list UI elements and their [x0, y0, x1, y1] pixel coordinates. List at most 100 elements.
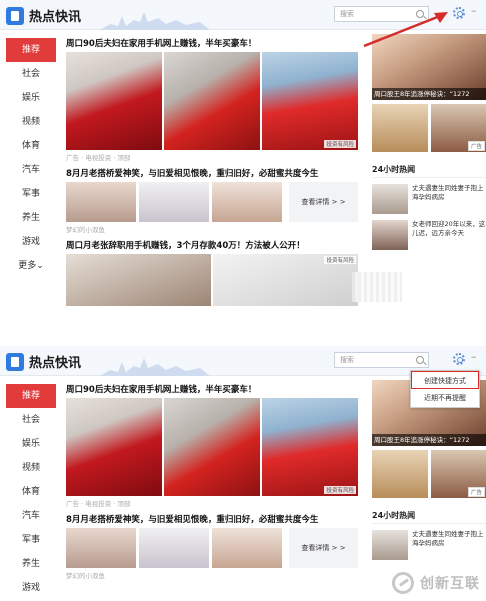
- right-column: 周口股王8年追涨停秘诀：“1272 广告 24小时热闻 丈夫遇妻生同姓妻子抱上海…: [372, 34, 486, 250]
- car-photo-3: 投资有风险: [262, 52, 358, 150]
- sidebar-nav: 推荐 社会 娱乐 视频 体育 汽车 军事 养生 游戏 更多⌄: [6, 38, 56, 278]
- ad-disclaimer: 投资有风险: [324, 486, 356, 494]
- red-pointer-arrow-icon: [363, 12, 448, 48]
- gear-icon[interactable]: [453, 353, 465, 365]
- app-logo: 热点快讯: [6, 352, 81, 371]
- video-caption: 周口股王8年追涨停秘诀：“1272: [372, 434, 486, 446]
- sidebar-item-military[interactable]: 军事: [6, 528, 56, 552]
- ad-thumbnails[interactable]: 广告: [372, 450, 486, 498]
- portrait-photo-3: [212, 182, 282, 222]
- hot-news-thumb: [372, 530, 408, 560]
- sidebar-item-sports[interactable]: 体育: [6, 134, 56, 158]
- sidebar-item-society[interactable]: 社会: [6, 408, 56, 432]
- article-headline[interactable]: 周口90后夫妇在家用手机网上赚钱，半年买豪车！: [66, 38, 358, 52]
- sidebar-item-games[interactable]: 游戏: [6, 230, 56, 254]
- watermark-text: 创新互联: [420, 576, 480, 592]
- hot-news-text: 丈夫遇妻生同姓妻子抱上海孕妈病房: [412, 184, 484, 201]
- minimize-button[interactable]: –: [471, 350, 477, 363]
- herb-photo: 广告: [430, 104, 486, 152]
- hot-news-thumb: [372, 220, 408, 250]
- sidebar-item-video[interactable]: 视频: [6, 456, 56, 480]
- sidebar-nav: 推荐 社会 娱乐 视频 体育 汽车 军事 养生 游戏: [6, 384, 56, 600]
- app-logo-icon: [6, 6, 24, 25]
- skyline-decoration-icon: [100, 12, 210, 30]
- sidebar-item-auto[interactable]: 汽车: [6, 504, 56, 528]
- sidebar-item-auto[interactable]: 汽车: [6, 158, 56, 182]
- hot-news-title: 24小时热闻: [372, 162, 486, 178]
- hot-news-item[interactable]: 丈夫遇妻生同姓妻子抱上海孕妈病房: [372, 184, 486, 214]
- car-photo-1: [66, 398, 162, 496]
- herb-photo: 广告: [430, 450, 486, 498]
- portrait-photo-3: [212, 528, 282, 568]
- article-headline[interactable]: 周口90后夫妇在家用手机网上赚钱，半年买豪车！: [66, 384, 358, 398]
- news-feed: 周口90后夫妇在家用手机网上赚钱，半年买豪车！ 投资有风险 广告 · 电视投资 …: [66, 38, 358, 306]
- sidebar-item-entertainment[interactable]: 娱乐: [6, 86, 56, 110]
- sidebar-item-society[interactable]: 社会: [6, 62, 56, 86]
- ad-chip: 广告: [467, 487, 485, 497]
- article-headline[interactable]: 8月月老搭桥爱神笑，与旧爱相见恨晚，重归旧好，必甜蜜共度今生: [66, 168, 358, 182]
- article-meta: 广告 · 电视投资 · 顶部: [66, 154, 131, 162]
- ad-disclaimer: 投资有风险: [324, 256, 356, 264]
- sidebar-item-entertainment[interactable]: 娱乐: [6, 432, 56, 456]
- blurred-area: [352, 272, 402, 302]
- portrait-photo-1: [66, 182, 136, 222]
- search-icon[interactable]: [416, 356, 424, 364]
- hot-news-thumb: [372, 184, 408, 214]
- article-meta: 广告 · 电视投资 · 顶部: [66, 500, 131, 508]
- sidebar-item-health[interactable]: 养生: [6, 552, 56, 576]
- app-logo: 热点快讯: [6, 6, 81, 25]
- dont-remind-menu-item[interactable]: 近期不再提醒: [411, 389, 479, 407]
- video-caption: 周口股王8年追涨停秘诀：“1272: [372, 88, 486, 100]
- article-images[interactable]: 查看详情 > >: [66, 528, 358, 568]
- hot-news-text: 丈夫遇妻生同姓妻子抱上海孕妈病房: [412, 530, 484, 547]
- sidebar-item-games[interactable]: 游戏: [6, 576, 56, 600]
- create-shortcut-menu-item[interactable]: 创建快捷方式: [411, 371, 479, 389]
- sidebar-item-military[interactable]: 军事: [6, 182, 56, 206]
- article-images[interactable]: 投资有风险: [66, 398, 358, 496]
- article-meta: 梦幻的小双鱼: [66, 226, 105, 234]
- sidebar-item-recommend[interactable]: 推荐: [6, 384, 56, 408]
- article-meta: 梦幻的小双鱼: [66, 572, 105, 580]
- ad-disclaimer: 投资有风险: [324, 140, 356, 148]
- watermark-logo-icon: [392, 572, 414, 594]
- watermark: 创新互联: [392, 572, 480, 594]
- ad-chip: 广告: [467, 141, 485, 151]
- article-headline[interactable]: 8月月老搭桥爱神笑，与旧爱相见恨晚，重归旧好，必甜蜜共度今生: [66, 514, 358, 528]
- panel-separator: [0, 322, 486, 346]
- settings-dropdown: 创建快捷方式 近期不再提醒: [410, 370, 480, 408]
- sidebar-item-more[interactable]: 更多⌄: [6, 254, 56, 278]
- article-images[interactable]: 投资有风险: [66, 52, 358, 150]
- view-details-button[interactable]: 查看详情 > >: [289, 182, 358, 222]
- sidebar-item-sports[interactable]: 体育: [6, 480, 56, 504]
- sidebar-item-health[interactable]: 养生: [6, 206, 56, 230]
- hot-news-item[interactable]: 女老师回迎20年以来，这儿迟，远方亲今天: [372, 220, 486, 250]
- article-images[interactable]: 投资有风险: [66, 254, 358, 306]
- minimize-button[interactable]: –: [471, 4, 477, 17]
- portrait-photo-1: [66, 528, 136, 568]
- car-photo-2: [164, 52, 260, 150]
- car-photo-3: 投资有风险: [262, 398, 358, 496]
- screenshot-bottom: 热点快讯 搜索 – 创建快捷方式 近期不再提醒 推荐 社会 娱乐 视频 体育 汽…: [0, 346, 486, 601]
- document-photo: 投资有风险: [213, 254, 358, 306]
- search-input[interactable]: 搜索: [334, 352, 429, 368]
- portrait-photo-2: [139, 528, 209, 568]
- app-logo-icon: [6, 352, 24, 371]
- portrait-photo-2: [139, 182, 209, 222]
- bedroom-photo: [372, 450, 428, 498]
- article-headline[interactable]: 周口月老张辞职用手机赚钱，3个月存款40万！方法被人公开！: [66, 240, 358, 254]
- car-photo-2: [164, 398, 260, 496]
- screenshot-top: 热点快讯 搜索 – 推荐 社会 娱乐 视频 体育 汽车 军事 养生 游戏 更多⌄…: [0, 0, 486, 322]
- search-placeholder: 搜索: [340, 10, 354, 18]
- skyline-decoration-icon: [100, 358, 210, 376]
- article-images[interactable]: 查看详情 > >: [66, 182, 358, 222]
- sidebar-item-video[interactable]: 视频: [6, 110, 56, 134]
- hot-news-text: 女老师回迎20年以来，这儿迟，远方亲今天: [412, 220, 486, 237]
- bedroom-photo: [372, 104, 428, 152]
- hot-news-item[interactable]: 丈夫遇妻生同姓妻子抱上海孕妈病房: [372, 530, 486, 560]
- ad-thumbnails[interactable]: 广告: [372, 104, 486, 152]
- view-details-button[interactable]: 查看详情 > >: [289, 528, 358, 568]
- news-feed: 周口90后夫妇在家用手机网上赚钱，半年买豪车！ 投资有风险 广告 · 电视投资 …: [66, 384, 358, 582]
- sidebar-item-recommend[interactable]: 推荐: [6, 38, 56, 62]
- search-placeholder: 搜索: [340, 356, 354, 364]
- gear-icon[interactable]: [453, 7, 465, 19]
